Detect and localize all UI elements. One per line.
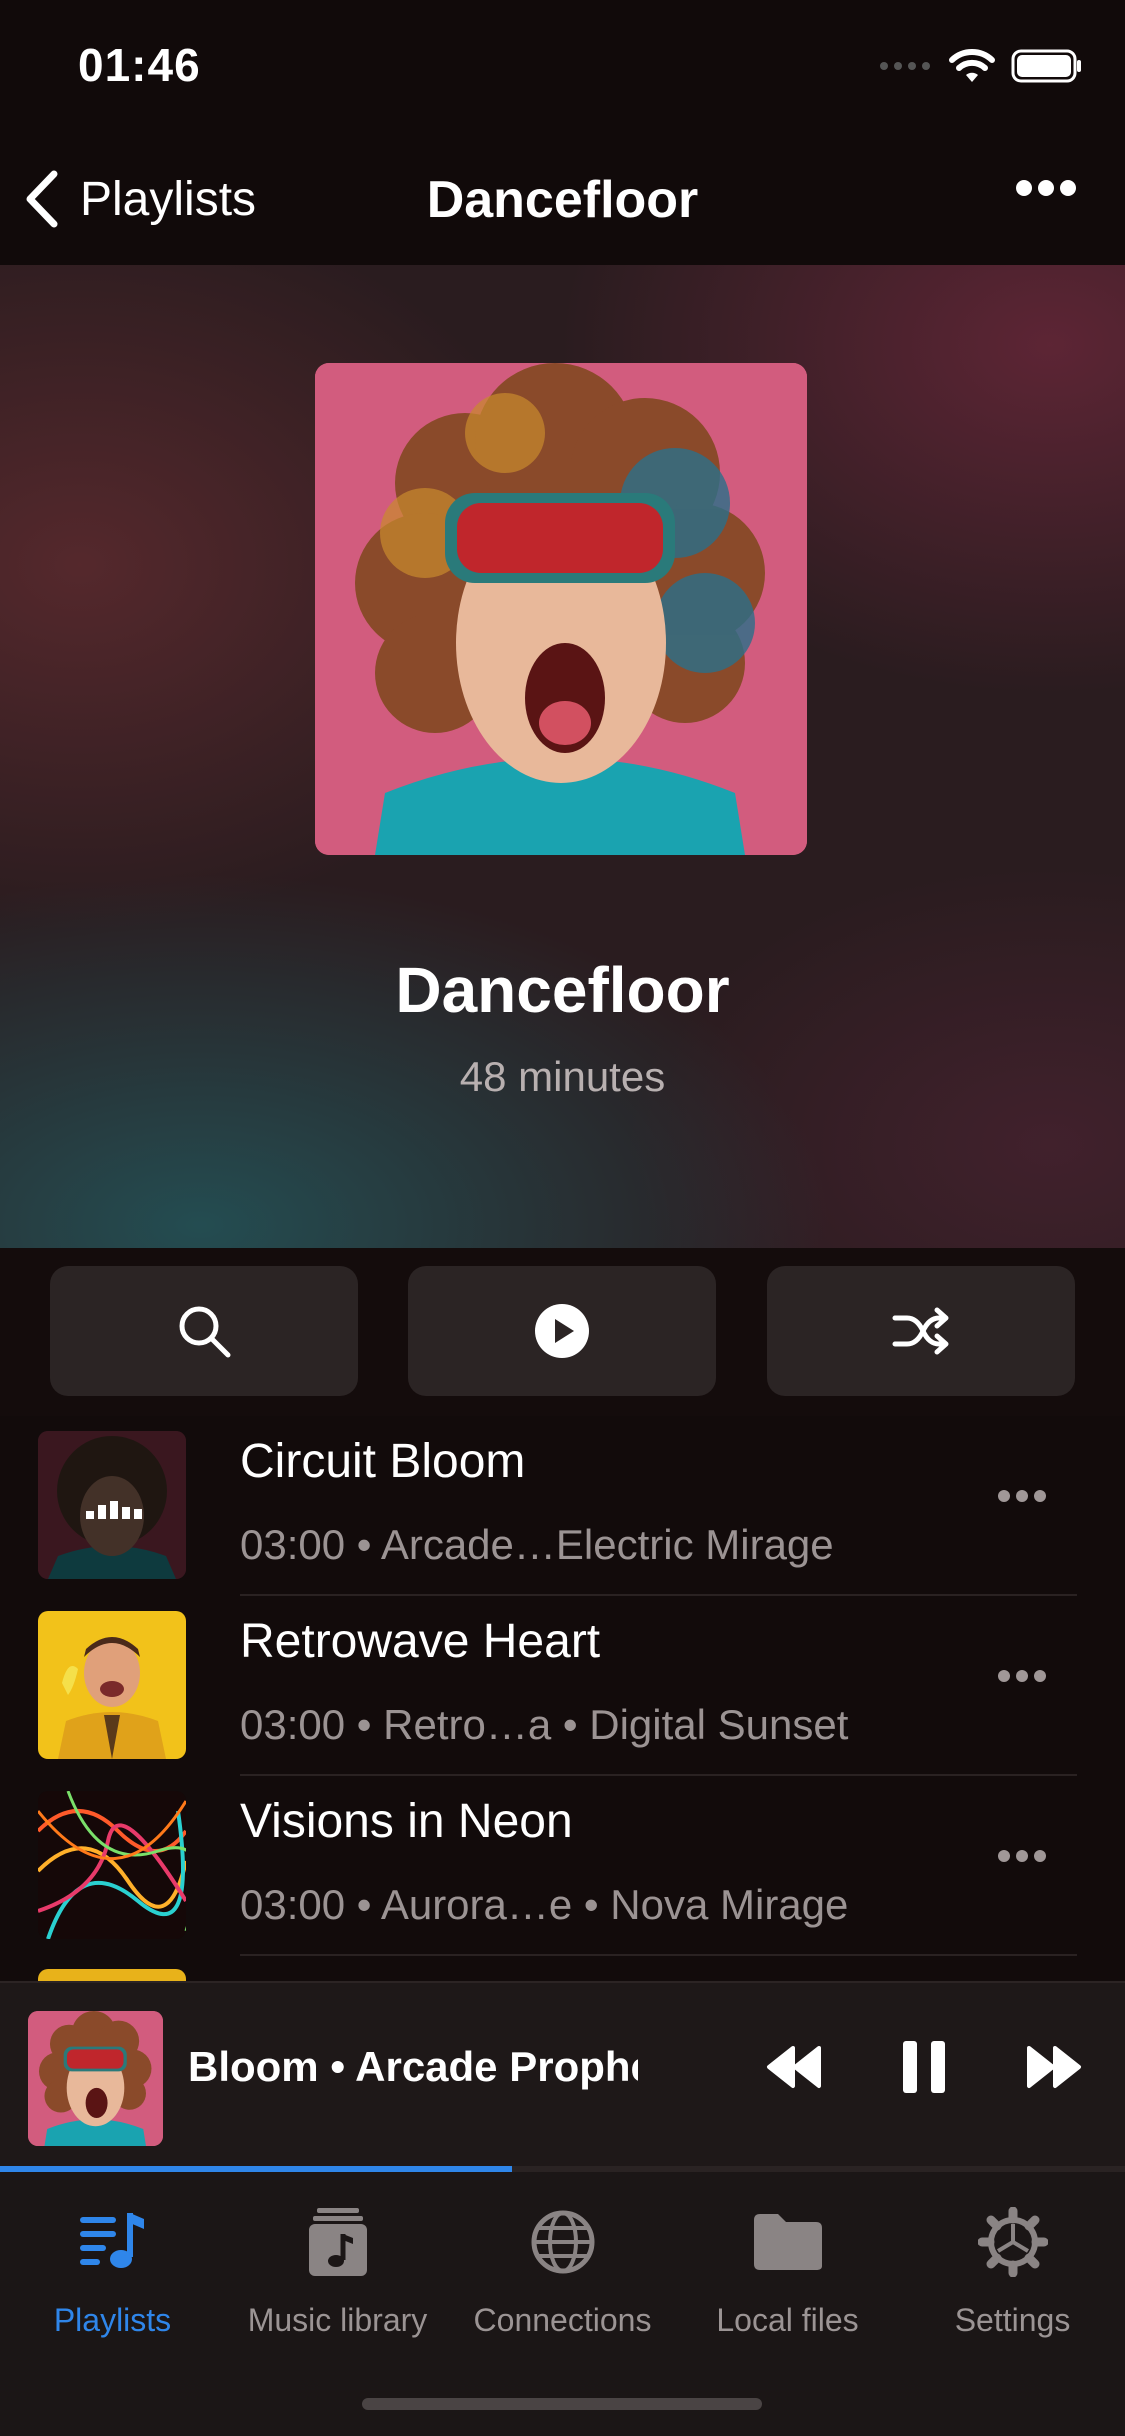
status-icons: [879, 48, 1083, 84]
play-button[interactable]: [408, 1266, 716, 1396]
tab-label: Music library: [247, 2302, 428, 2338]
track-row[interactable]: Retrowave Heart 03:00 • Retro…a • Digita…: [0, 1596, 1125, 1776]
fast-forward-icon[interactable]: [1025, 2044, 1083, 2090]
tab-label: Local files: [716, 2302, 859, 2338]
cellular-signal-icon: [880, 62, 930, 70]
ellipsis-icon: [998, 1850, 1046, 1862]
track-meta: 03:00 • Aurora…e • Nova Mirage: [240, 1881, 849, 1928]
play-circle-icon: [535, 1304, 589, 1358]
tab-connections[interactable]: Connections: [450, 2202, 675, 2339]
search-icon: [179, 1306, 231, 1358]
track-meta: 03:00 • Retro…a • Digital Sunset: [240, 1701, 849, 1748]
ellipsis-icon: [998, 1490, 1046, 1502]
track-artwork: [38, 1791, 186, 1939]
ellipsis-icon: [1016, 180, 1076, 196]
tab-label: Settings: [954, 2302, 1071, 2338]
status-bar: 01:46: [0, 0, 1125, 140]
music-library-icon: [308, 2208, 367, 2276]
ellipsis-icon: [998, 1670, 1046, 1682]
tab-label: Connections: [473, 2302, 652, 2338]
more-options-button[interactable]: [1015, 178, 1077, 203]
mini-player-controls: [765, 2039, 1083, 2095]
playlist-music-icon: [79, 2213, 144, 2268]
divider: [240, 1954, 1077, 1956]
tab-playlists[interactable]: Playlists: [0, 2202, 225, 2339]
home-indicator: [362, 2398, 762, 2410]
tab-label: Playlists: [53, 2302, 172, 2338]
playlist-duration: 48 minutes: [459, 1053, 666, 1100]
battery-icon: [1011, 49, 1081, 83]
track-title: Retrowave Heart: [240, 1615, 601, 1668]
mini-player[interactable]: Bloom • Arcade Prophe: [0, 1981, 1125, 2171]
globe-icon: [531, 2210, 594, 2274]
rewind-icon[interactable]: [765, 2044, 823, 2090]
status-time: 01:46: [78, 39, 201, 91]
track-title: Circuit Bloom: [240, 1435, 526, 1488]
navigation-bar: Playlists Dancefloor: [0, 140, 1125, 265]
track-more-button[interactable]: [997, 1848, 1047, 1869]
track-list: Circuit Bloom 03:00 • Arcade…Electric Mi…: [0, 1416, 1125, 1981]
playlist-header: Dancefloor 48 minutes: [0, 265, 1125, 1248]
track-row[interactable]: Visions in Neon 03:00 • Aurora…e • Nova …: [0, 1776, 1125, 1956]
pause-icon[interactable]: [901, 2039, 947, 2095]
folder-icon: [753, 2214, 822, 2270]
tab-settings[interactable]: Settings: [900, 2202, 1125, 2339]
tab-local-files[interactable]: Local files: [675, 2202, 900, 2339]
track-artwork-partial: [38, 1969, 186, 1981]
shuffle-icon: [892, 1307, 949, 1355]
track-meta: 03:00 • Arcade…Electric Mirage: [240, 1521, 834, 1568]
wifi-icon: [949, 49, 995, 82]
playlist-title: Dancefloor: [395, 954, 730, 1026]
track-more-button[interactable]: [997, 1668, 1047, 1689]
gear-icon: [977, 2207, 1048, 2277]
shuffle-button[interactable]: [767, 1266, 1075, 1396]
mini-player-artwork: [28, 2011, 163, 2146]
mini-player-track-text: Bloom • Arcade Prophe: [188, 2043, 638, 2090]
track-title: Visions in Neon: [240, 1795, 573, 1848]
track-more-button[interactable]: [997, 1488, 1047, 1509]
track-row[interactable]: Circuit Bloom 03:00 • Arcade…Electric Mi…: [0, 1416, 1125, 1596]
search-button[interactable]: [50, 1266, 358, 1396]
playlist-actions: [0, 1248, 1125, 1416]
track-artwork: [38, 1611, 186, 1759]
track-artwork: [38, 1431, 186, 1579]
playlist-cover-image: [315, 363, 807, 855]
tab-bar: Playlists Music library Connections Loca…: [0, 2172, 1125, 2436]
page-title: Dancefloor: [426, 171, 699, 229]
tab-music-library[interactable]: Music library: [225, 2202, 450, 2339]
